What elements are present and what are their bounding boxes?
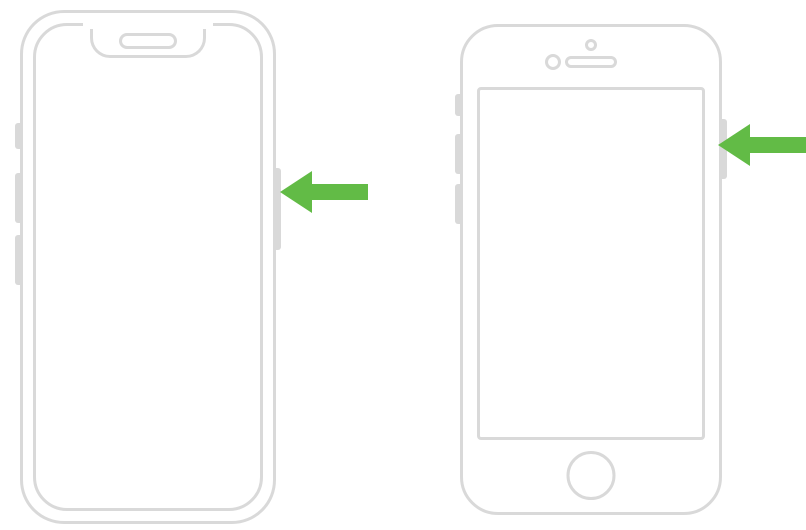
- volume-up-button: [455, 134, 462, 174]
- volume-down-button: [455, 184, 462, 224]
- arrow-to-side-button-right-icon: [718, 120, 806, 170]
- proximity-sensor: [585, 39, 597, 51]
- notch-mask: [83, 23, 213, 29]
- home-button: [567, 451, 616, 500]
- iphone-home-button-model: [460, 24, 722, 515]
- ring-silent-switch: [15, 123, 22, 149]
- earpiece-speaker: [119, 33, 177, 49]
- volume-down-button: [15, 235, 22, 285]
- arrow-to-side-button-left-icon: [280, 167, 370, 217]
- front-camera: [545, 54, 561, 70]
- screen: [477, 87, 705, 440]
- earpiece-speaker: [565, 56, 617, 68]
- ring-silent-switch: [455, 94, 462, 116]
- volume-up-button: [15, 173, 22, 223]
- iphone-face-id-model: [20, 10, 276, 524]
- screen: [33, 23, 263, 511]
